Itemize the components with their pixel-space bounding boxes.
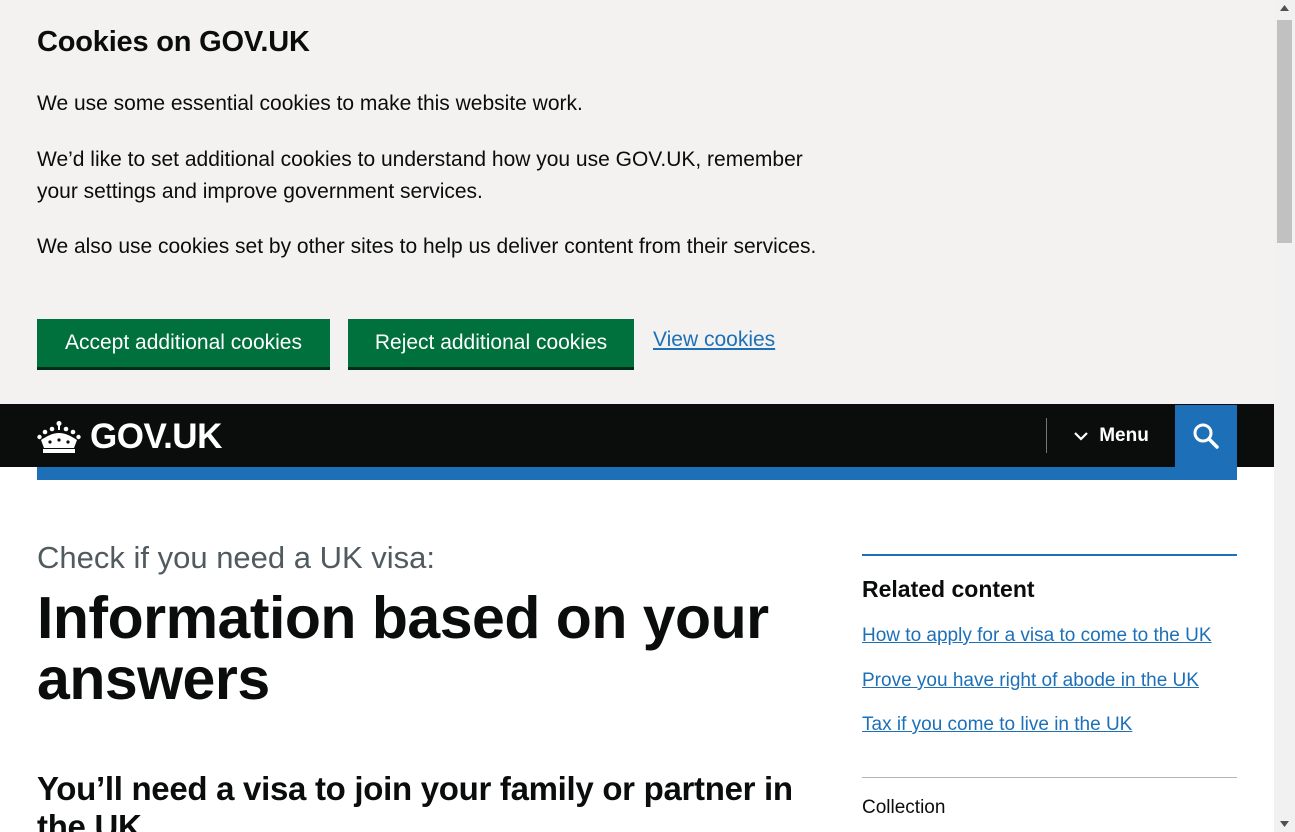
chevron-down-icon: [1074, 431, 1088, 441]
search-icon: [1193, 423, 1219, 449]
related-content-divider: [862, 777, 1237, 778]
result-heading: You’ll need a visa to join your family o…: [37, 770, 793, 832]
cookie-banner-text-essential: We use some essential cookies to make th…: [37, 92, 583, 115]
related-link-tax[interactable]: Tax if you come to live in the UK: [862, 714, 1132, 736]
accept-cookies-button[interactable]: Accept additional cookies: [37, 319, 330, 367]
page: Cookies on GOV.UK We use some essential …: [0, 0, 1274, 832]
related-content-border: [862, 554, 1237, 556]
view-cookies-link[interactable]: View cookies: [653, 328, 775, 352]
govuk-logo-text: GOV.UK: [90, 417, 222, 456]
menu-button-label: Menu: [1099, 424, 1149, 446]
menu-button[interactable]: Menu: [1047, 404, 1175, 467]
cookie-banner-text-third-party: We also use cookies set by other sites t…: [37, 235, 817, 258]
crown-icon: [37, 421, 81, 453]
collection-label: Collection: [862, 797, 946, 818]
cookie-banner-heading: Cookies on GOV.UK: [37, 26, 310, 58]
related-link-apply-visa[interactable]: How to apply for a visa to come to the U…: [862, 625, 1212, 647]
scrollbar-thumb[interactable]: [1277, 20, 1292, 243]
govuk-logo-link[interactable]: GOV.UK: [37, 417, 222, 457]
page-caption: Check if you need a UK visa:: [37, 540, 436, 575]
cookie-banner: Cookies on GOV.UK We use some essential …: [0, 0, 1274, 404]
related-content-heading: Related content: [862, 576, 1035, 602]
reject-cookies-button[interactable]: Reject additional cookies: [348, 319, 634, 367]
page-scrollbar[interactable]: [1274, 0, 1295, 832]
scroll-up-arrow-icon[interactable]: [1274, 0, 1295, 17]
header-blue-bar: [37, 467, 1237, 480]
page-title: Information based on your answers: [37, 585, 769, 712]
related-link-right-of-abode[interactable]: Prove you have right of abode in the UK: [862, 670, 1199, 692]
scroll-down-arrow-icon[interactable]: [1274, 815, 1295, 832]
search-button[interactable]: [1175, 405, 1237, 467]
cookie-banner-text-additional: We’d like to set additional cookies to u…: [37, 148, 803, 203]
site-header: GOV.UK Menu: [0, 404, 1274, 467]
